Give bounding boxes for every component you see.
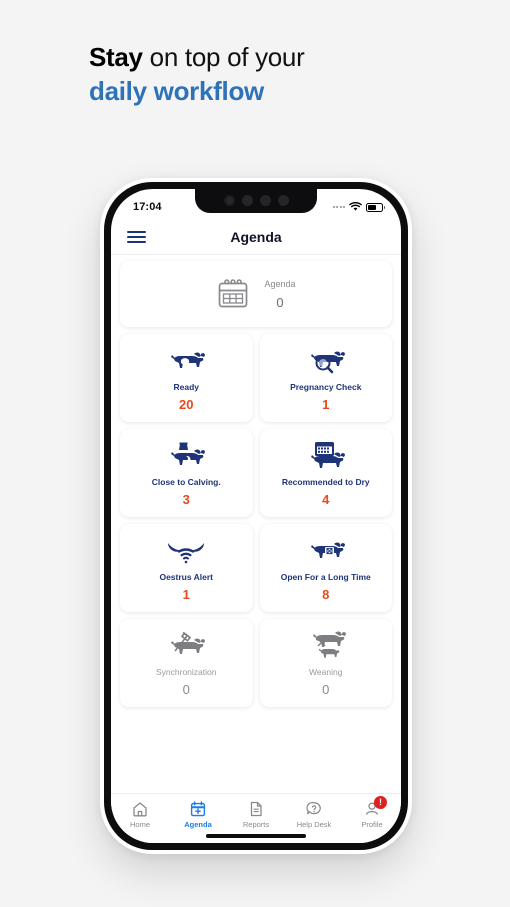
- tile-weaning[interactable]: Weaning 0: [259, 619, 392, 707]
- tile-close-to-calving[interactable]: Close to Calving. 3: [120, 429, 253, 517]
- tile-label: Weaning: [309, 667, 343, 677]
- tile-value: 0: [182, 682, 190, 697]
- nav-label: Reports: [242, 820, 270, 829]
- tile-value: 0: [322, 682, 330, 697]
- hamburger-menu-icon[interactable]: [127, 230, 146, 243]
- nav-item-agenda[interactable]: Agenda: [169, 800, 227, 829]
- agenda-summary-card[interactable]: Agenda 0: [120, 261, 392, 327]
- agenda-tile-grid: Ready 20 Pregnancy Check 1 Close to Calv…: [120, 334, 392, 707]
- marketing-headline: Stay on top of your daily workflow: [89, 40, 449, 108]
- cow-horns-signal-icon: [165, 534, 207, 570]
- tile-label: Close to Calving.: [151, 477, 221, 487]
- tile-recommended-to-dry[interactable]: Recommended to Dry 4: [259, 429, 392, 517]
- agenda-summary-label: Agenda: [264, 278, 296, 289]
- status-indicators: [332, 202, 385, 212]
- cow-calendar-icon: [306, 439, 346, 475]
- nav-item-profile[interactable]: ! Profile: [343, 796, 401, 829]
- app-header: Agenda: [111, 219, 401, 255]
- tile-value: 1: [182, 587, 190, 602]
- tile-value: 20: [179, 397, 194, 412]
- nav-label: Home: [129, 820, 150, 829]
- speaker-dot-icon: [277, 195, 289, 206]
- cow-calving-icon: [166, 439, 206, 475]
- headline-bold-word: Stay: [89, 42, 143, 72]
- sensor-dot-icon: [241, 195, 253, 206]
- signal-dots-icon: [332, 206, 345, 208]
- tile-label: Open For a Long Time: [280, 572, 371, 582]
- page-title: Agenda: [230, 228, 282, 245]
- headline-line-1: Stay on top of your: [89, 40, 449, 74]
- cow-magnifier-icon: [306, 344, 346, 380]
- nav-label: Agenda: [184, 820, 212, 829]
- tile-label: Ready: [173, 382, 199, 392]
- wifi-icon: [349, 202, 362, 211]
- phone-frame: 17:04 Agenda Agenda 0 Ready 20 Pregnancy…: [104, 182, 408, 850]
- tile-label: Pregnancy Check: [290, 382, 362, 392]
- cow-icon: [166, 344, 206, 380]
- agenda-summary-value: 0: [276, 294, 284, 310]
- tile-value: 1: [322, 397, 330, 412]
- cow-syringe-icon: [166, 629, 206, 665]
- tile-open-for-a-long-time[interactable]: Open For a Long Time 8: [259, 524, 392, 612]
- sensor-dot-icon: [259, 195, 271, 206]
- nav-label: Profile: [361, 820, 383, 829]
- tile-synchronization[interactable]: Synchronization 0: [120, 619, 253, 707]
- headline-rest: on top of your: [142, 42, 305, 72]
- nav-item-reports[interactable]: Reports: [227, 800, 285, 829]
- tile-pregnancy-check[interactable]: Pregnancy Check 1: [259, 334, 392, 422]
- tile-label: Recommended to Dry: [281, 477, 370, 487]
- phone-notch: [195, 189, 317, 213]
- cow-clock-icon: [306, 534, 346, 570]
- calendar-plus-icon: [190, 800, 206, 817]
- tile-ready[interactable]: Ready 20: [120, 334, 253, 422]
- headline-line-2: daily workflow: [89, 76, 264, 106]
- nav-item-help-desk[interactable]: Help Desk: [285, 800, 343, 829]
- calendar-icon: [219, 279, 248, 308]
- status-time: 17:04: [133, 201, 162, 213]
- phone-screen: 17:04 Agenda Agenda 0 Ready 20 Pregnancy…: [111, 189, 401, 843]
- home-icon: [132, 800, 148, 817]
- document-icon: [248, 800, 264, 817]
- agenda-summary-text: Agenda 0: [264, 279, 295, 310]
- tile-label: Synchronization: [156, 667, 217, 677]
- tile-label: Oestrus Alert: [159, 572, 214, 582]
- tile-value: 3: [182, 492, 190, 507]
- tile-value: 4: [322, 492, 330, 507]
- profile-alert-badge: !: [374, 796, 387, 809]
- nav-label: Help Desk: [296, 820, 332, 829]
- nav-item-home[interactable]: Home: [111, 800, 169, 829]
- battery-icon: [366, 202, 385, 212]
- cow-calf-icon: [306, 629, 346, 665]
- tile-oestrus-alert[interactable]: Oestrus Alert 1: [120, 524, 253, 612]
- agenda-content: Agenda 0 Ready 20 Pregnancy Check 1 Clos…: [111, 255, 401, 793]
- home-indicator: [206, 834, 306, 838]
- camera-icon: [223, 195, 235, 206]
- tile-value: 8: [322, 587, 330, 602]
- question-bubble-icon: [306, 800, 322, 817]
